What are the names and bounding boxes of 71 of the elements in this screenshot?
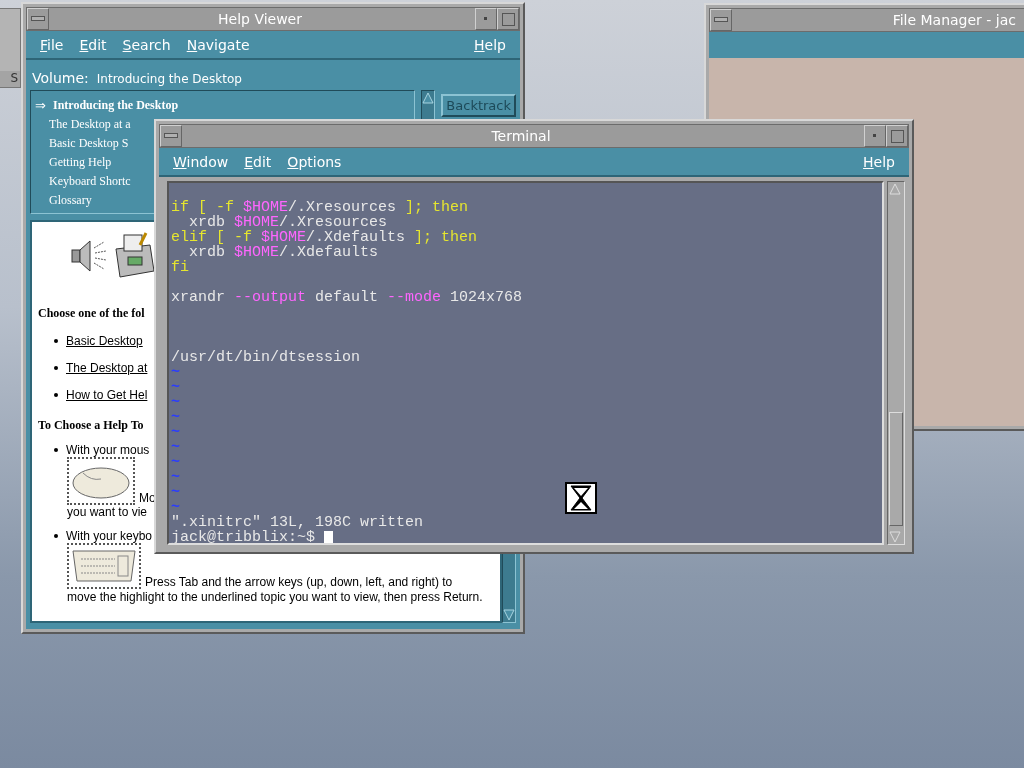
terminal-line: ~ [171,425,180,440]
panel-label: S [0,71,20,87]
current-marker: ⇒ [35,98,47,113]
menu-item[interactable]: Search [114,36,179,53]
window-title: Help Viewer [217,10,303,29]
menu-item[interactable]: Navigate [178,36,258,53]
menu-item[interactable]: Edit [71,36,115,53]
maximize-icon[interactable] [890,129,904,143]
volume-label: Volume: [32,70,89,86]
maximize-icon[interactable] [501,12,515,26]
volume-value: Introducing the Desktop [96,72,242,86]
terminal-line: ".xinitrc" 13L, 198C written [171,515,424,530]
minimize-icon[interactable] [873,134,877,138]
bullet [54,393,58,397]
hourglass-icon [565,482,597,514]
printer-icon [112,231,156,281]
terminal-line: ~ [171,455,180,470]
terminal-line: ~ [171,365,180,380]
menu-item[interactable]: Options [279,153,350,170]
instruction-text: you want to vie [67,505,148,519]
minimize-icon[interactable] [484,17,488,21]
keyboard-icon [71,547,137,585]
window-menu-icon[interactable] [714,17,728,23]
terminal-line: ~ [171,380,180,395]
bullet [54,534,58,538]
menu-item[interactable]: Window [165,153,237,170]
menu-item[interactable]: Help [466,36,514,53]
terminal-line: ~ [171,440,180,455]
terminal-line: xrdb $HOME/.Xresources [189,215,388,230]
window-menu-icon[interactable] [31,16,45,22]
menu-item[interactable]: Edit [236,153,280,170]
menu-item[interactable]: File [32,36,72,53]
topic-item[interactable]: The Desktop at a [35,117,131,132]
topic-item[interactable]: Glossary [35,193,92,208]
terminal-line: ~ [171,500,180,515]
terminal-line: fi [171,260,189,275]
scroll-up-icon[interactable] [422,91,435,105]
speaker-icon [70,238,108,274]
terminal-line: ~ [171,470,180,485]
terminal-line: xrdb $HOME/.Xdefaults [189,245,379,260]
bullet [54,366,58,370]
window-title: File Manager - jac [891,11,1017,30]
bullet [54,339,58,343]
terminal-screen[interactable] [167,181,884,545]
backtrack-button[interactable]: Backtrack [441,94,516,117]
terminal-line: ~ [171,485,180,500]
topic-link[interactable]: The Desktop at [66,361,148,375]
section-heading: Choose one of the fol [38,306,145,320]
terminal-line: if [ -f $HOME/.Xresources ]; then [171,200,469,215]
window-menu-icon[interactable] [164,133,178,139]
topic-item[interactable]: Getting Help [35,155,112,170]
terminal-line: xrandr --output default --mode 1024x768 [171,290,523,305]
topic-item[interactable]: Introducing the Desktop [53,98,179,113]
terminal-line: /usr/dt/bin/dtsession [171,350,361,365]
topic-link[interactable]: Basic Desktop [66,334,143,348]
terminal-line: ~ [171,395,180,410]
topic-item[interactable]: Basic Desktop S [35,136,129,151]
instruction-text: With your mous [66,443,150,457]
bullet [54,448,58,452]
instruction-text: move the highlight to the underlined topic you want to view, then press Return. [67,589,484,606]
instruction-text: Press Tab and the arrow keys (up, down, left, and right) to [145,575,453,589]
topic-item[interactable]: Keyboard Shortc [35,174,131,189]
window-title: Terminal [490,127,552,146]
terminal-line: ~ [171,410,180,425]
terminal-line: elif [ -f $HOME/.Xdefaults ]; then [171,230,478,245]
menu-item[interactable]: Help [855,153,903,170]
scrollbar[interactable] [887,181,905,545]
topic-link[interactable]: How to Get Hel [66,388,148,402]
scrollbar-thumb[interactable] [889,412,903,526]
section-heading: To Choose a Help To [38,418,144,432]
instruction-text: With your keybo [66,529,153,543]
